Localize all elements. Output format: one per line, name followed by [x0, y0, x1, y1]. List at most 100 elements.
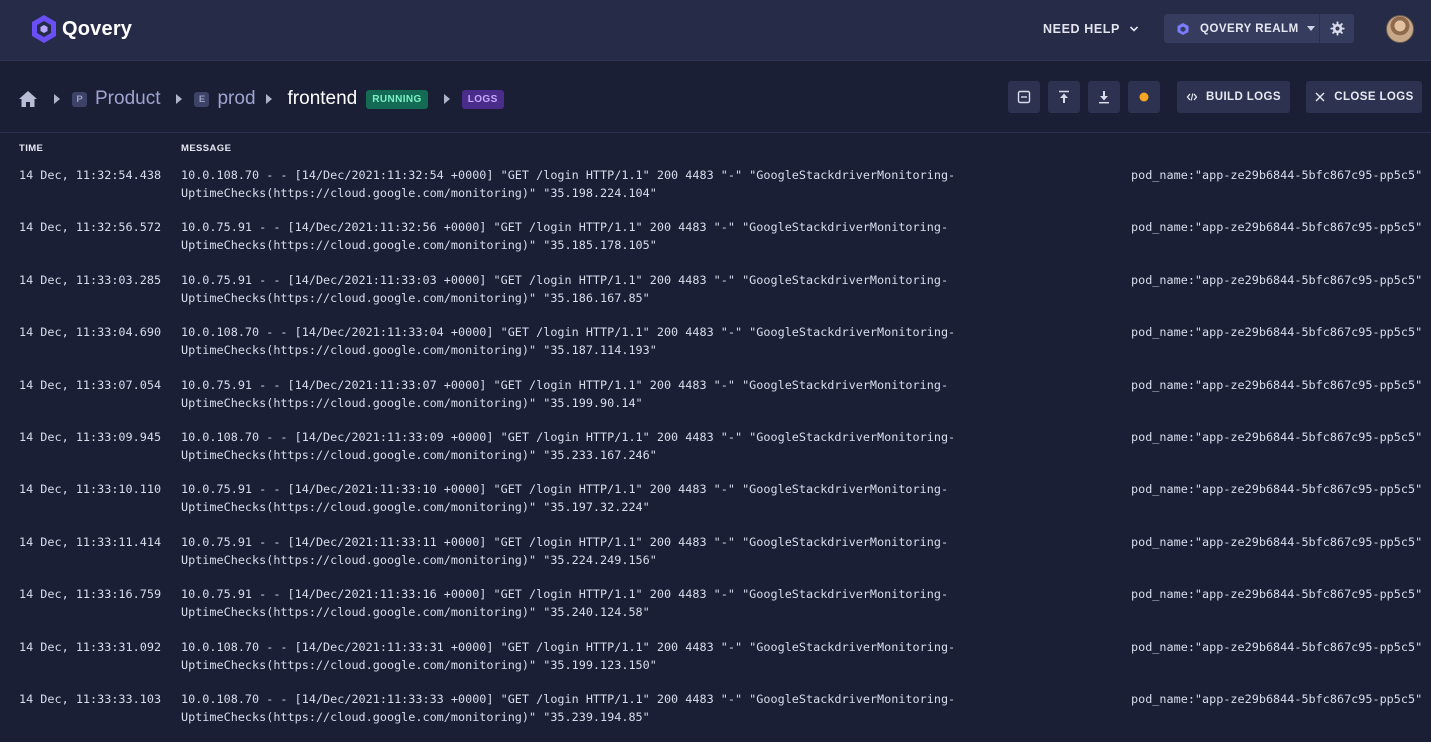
- realm-dropdown[interactable]: QOVERY REALM: [1164, 14, 1319, 43]
- log-message-line: 10.0.75.91 - - [14/Dec/2021:11:33:16 +00…: [181, 587, 949, 602]
- avatar[interactable]: [1386, 15, 1414, 43]
- log-message-line: 10.0.75.91 - - [14/Dec/2021:11:33:11 +00…: [181, 534, 949, 549]
- scroll-top-button[interactable]: [1048, 81, 1080, 113]
- log-row: 14 Dec, 11:33:09.945 10.0.108.70 - - [14/…: [0, 428, 1431, 480]
- status-badge: RUNNING: [366, 89, 428, 109]
- environment-badge: E: [194, 91, 210, 107]
- breadcrumb-environment[interactable]: prod: [217, 88, 255, 110]
- download-button[interactable]: [1088, 81, 1120, 113]
- log-message: 10.0.75.91 - - [14/Dec/2021:11:33:16 +00…: [181, 585, 948, 621]
- log-time: 14 Dec, 11:33:10.110: [19, 482, 162, 497]
- log-message: 10.0.108.70 - - [14/Dec/2021:11:33:33 +0…: [181, 690, 955, 726]
- log-message-line: UptimeChecks(https://cloud.google.com/mo…: [181, 605, 650, 620]
- caret-down-icon: [1306, 26, 1315, 31]
- log-message-line: 10.0.108.70 - - [14/Dec/2021:11:33:09 +0…: [181, 429, 956, 444]
- log-message: 10.0.108.70 - - [14/Dec/2021:11:33:09 +0…: [181, 428, 955, 464]
- log-message: 10.0.75.91 - - [14/Dec/2021:11:33:10 +00…: [181, 480, 948, 516]
- log-time: 14 Dec, 11:33:16.759: [19, 587, 162, 602]
- log-message-line: 10.0.75.91 - - [14/Dec/2021:11:33:10 +00…: [181, 482, 949, 497]
- home-button[interactable]: [18, 90, 38, 108]
- log-pod-name: pod_name:"app-ze29b6844-5bfc867c95-pp5c5…: [1131, 691, 1423, 706]
- log-message: 10.0.108.70 - - [14/Dec/2021:11:33:31 +0…: [181, 638, 955, 674]
- log-pod-name: pod_name:"app-ze29b6844-5bfc867c95-pp5c5…: [1131, 220, 1423, 235]
- log-row: 14 Dec, 11:33:33.103 10.0.108.70 - - [14/…: [0, 690, 1431, 742]
- logs-table-body: 14 Dec, 11:32:54.438 10.0.108.70 - - [14/…: [0, 166, 1431, 742]
- log-row: 14 Dec, 11:33:16.759 10.0.75.91 - - [14/D…: [0, 585, 1431, 637]
- close-logs-button[interactable]: CLOSE LOGS: [1306, 81, 1422, 113]
- brand-logo[interactable]: Qovery: [30, 14, 132, 44]
- log-row: 14 Dec, 11:33:04.690 10.0.108.70 - - [14/…: [0, 323, 1431, 375]
- log-row: 14 Dec, 11:33:07.054 10.0.75.91 - - [14/D…: [0, 376, 1431, 428]
- log-pod-name: pod_name:"app-ze29b6844-5bfc867c95-pp5c5…: [1131, 325, 1423, 340]
- collapse-icon: [1017, 90, 1031, 104]
- realm-label: QOVERY REALM: [1200, 22, 1299, 35]
- log-time: 14 Dec, 11:33:11.414: [19, 534, 162, 549]
- log-message-line: 10.0.108.70 - - [14/Dec/2021:11:33:31 +0…: [181, 639, 956, 654]
- log-row: 14 Dec, 11:33:03.285 10.0.75.91 - - [14/D…: [0, 271, 1431, 323]
- log-pod-name: pod_name:"app-ze29b6844-5bfc867c95-pp5c5…: [1131, 639, 1423, 654]
- log-pod-name: pod_name:"app-ze29b6844-5bfc867c95-pp5c5…: [1131, 429, 1423, 444]
- need-help-label: NEED HELP: [1043, 22, 1120, 36]
- log-message-line: UptimeChecks(https://cloud.google.com/mo…: [181, 500, 650, 515]
- log-message-line: UptimeChecks(https://cloud.google.com/mo…: [181, 657, 657, 672]
- log-time: 14 Dec, 11:33:04.690: [19, 325, 162, 340]
- breadcrumb-project[interactable]: Product: [95, 88, 160, 110]
- log-pod-name: pod_name:"app-ze29b6844-5bfc867c95-pp5c5…: [1131, 482, 1423, 497]
- log-message-line: UptimeChecks(https://cloud.google.com/mo…: [181, 552, 657, 567]
- log-message: 10.0.75.91 - - [14/Dec/2021:11:32:56 +00…: [181, 218, 948, 254]
- log-time: 14 Dec, 11:32:56.572: [19, 220, 162, 235]
- column-header-message: MESSAGE: [181, 143, 232, 154]
- chevron-down-icon: [1129, 26, 1139, 32]
- log-message: 10.0.108.70 - - [14/Dec/2021:11:33:04 +0…: [181, 323, 955, 359]
- build-logs-label: BUILD LOGS: [1206, 91, 1281, 103]
- top-navbar: Qovery NEED HELP QOVERY REALM: [0, 0, 1431, 61]
- breadcrumb-bar: P Product E prod frontend RUNNING LOGS B…: [0, 62, 1431, 133]
- log-time: 14 Dec, 11:33:33.103: [19, 691, 162, 706]
- view-badge: LOGS: [461, 89, 504, 109]
- log-message-line: 10.0.108.70 - - [14/Dec/2021:11:33:33 +0…: [181, 691, 956, 706]
- collapse-button[interactable]: [1008, 81, 1040, 113]
- need-help-menu[interactable]: NEED HELP: [1043, 20, 1139, 38]
- home-icon: [19, 91, 37, 107]
- close-icon: [1315, 92, 1325, 102]
- breadcrumb: P Product E prod frontend RUNNING LOGS: [18, 86, 504, 112]
- build-logs-button[interactable]: BUILD LOGS: [1177, 81, 1290, 113]
- log-time: 14 Dec, 11:33:09.945: [19, 429, 162, 444]
- log-row: 14 Dec, 11:32:56.572 10.0.75.91 - - [14/D…: [0, 218, 1431, 270]
- qovery-logo-icon: [32, 15, 56, 43]
- log-message-line: 10.0.108.70 - - [14/Dec/2021:11:33:04 +0…: [181, 325, 956, 340]
- download-icon: [1099, 91, 1109, 104]
- log-time: 14 Dec, 11:33:03.285: [19, 272, 162, 287]
- log-message-line: UptimeChecks(https://cloud.google.com/mo…: [181, 290, 650, 305]
- breadcrumb-separator-icon: [443, 94, 450, 104]
- log-message: 10.0.108.70 - - [14/Dec/2021:11:32:54 +0…: [181, 166, 955, 202]
- log-message: 10.0.75.91 - - [14/Dec/2021:11:33:11 +00…: [181, 533, 948, 569]
- log-message: 10.0.75.91 - - [14/Dec/2021:11:33:03 +00…: [181, 271, 948, 307]
- code-icon: [1186, 93, 1198, 101]
- log-message-line: 10.0.108.70 - - [14/Dec/2021:11:32:54 +0…: [181, 168, 956, 182]
- log-row: 14 Dec, 11:33:10.110 10.0.75.91 - - [14/D…: [0, 480, 1431, 532]
- log-row: 14 Dec, 11:32:54.438 10.0.108.70 - - [14/…: [0, 166, 1431, 218]
- live-toggle-button[interactable]: [1128, 81, 1160, 113]
- organization-switcher: QOVERY REALM: [1164, 14, 1354, 43]
- breadcrumb-separator-icon: [265, 94, 272, 104]
- log-message-line: 10.0.75.91 - - [14/Dec/2021:11:32:56 +00…: [181, 220, 949, 235]
- log-message-line: 10.0.75.91 - - [14/Dec/2021:11:33:03 +00…: [181, 272, 949, 287]
- breadcrumb-application[interactable]: frontend: [288, 88, 358, 110]
- log-message-line: UptimeChecks(https://cloud.google.com/mo…: [181, 186, 657, 200]
- project-badge: P: [72, 91, 87, 107]
- log-pod-name: pod_name:"app-ze29b6844-5bfc867c95-pp5c5…: [1131, 534, 1423, 549]
- settings-button[interactable]: [1320, 14, 1354, 43]
- log-row: 14 Dec, 11:33:31.092 10.0.108.70 - - [14/…: [0, 638, 1431, 690]
- brand-name: Qovery: [62, 17, 133, 40]
- realm-icon: [1177, 22, 1189, 35]
- log-message-line: UptimeChecks(https://cloud.google.com/mo…: [181, 343, 657, 358]
- logs-table-header: TIME MESSAGE: [0, 143, 1431, 157]
- live-indicator-icon: [1139, 92, 1149, 102]
- scroll-top-icon: [1059, 90, 1069, 103]
- log-message-line: UptimeChecks(https://cloud.google.com/mo…: [181, 395, 643, 410]
- log-pod-name: pod_name:"app-ze29b6844-5bfc867c95-pp5c5…: [1131, 272, 1423, 287]
- log-pod-name: pod_name:"app-ze29b6844-5bfc867c95-pp5c5…: [1131, 168, 1423, 182]
- log-pod-name: pod_name:"app-ze29b6844-5bfc867c95-pp5c5…: [1131, 587, 1423, 602]
- log-message-line: UptimeChecks(https://cloud.google.com/mo…: [181, 238, 657, 253]
